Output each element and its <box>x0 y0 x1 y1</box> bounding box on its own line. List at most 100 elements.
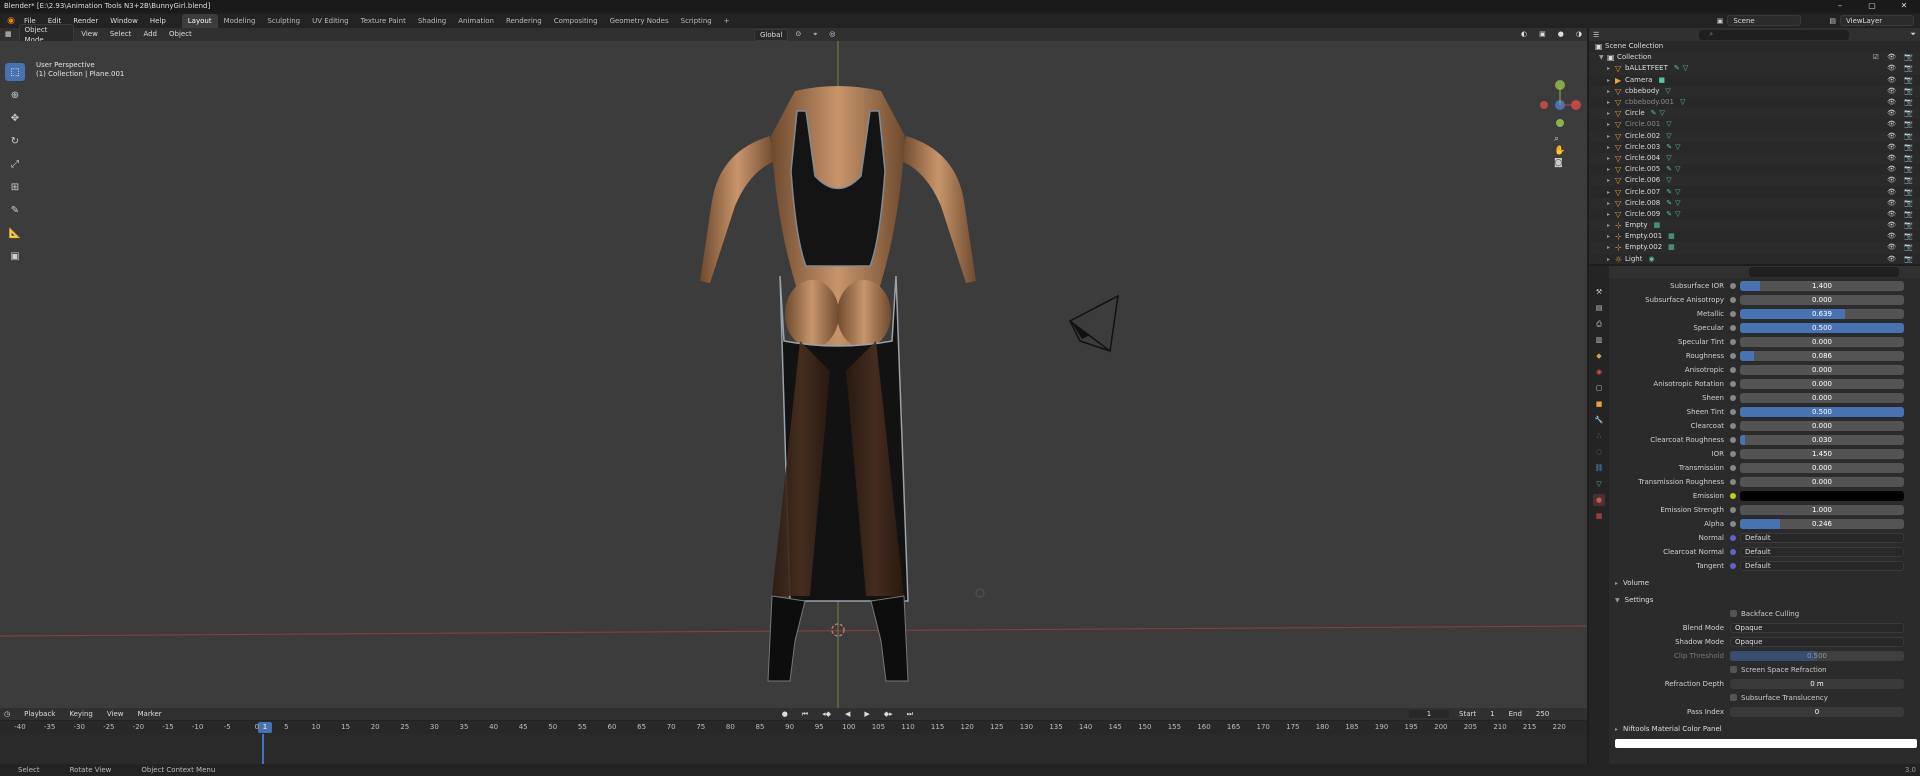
value-slider[interactable]: 0.000 <box>1740 420 1904 431</box>
vector-input-field[interactable]: Default <box>1740 560 1904 571</box>
clip-threshold-slider[interactable]: 0.500 <box>1730 650 1904 661</box>
tool-tab-icon[interactable]: ⚒ <box>1593 286 1605 298</box>
expand-icon[interactable]: ▸ <box>1607 119 1615 130</box>
expand-icon[interactable]: ▸ <box>1607 63 1615 74</box>
measure-tool-icon[interactable]: 📐 <box>5 224 25 242</box>
expand-icon[interactable]: ▸ <box>1607 164 1615 175</box>
tab-sculpting[interactable]: Sculpting <box>261 14 306 28</box>
expand-icon[interactable]: ▼ <box>1599 52 1607 63</box>
outliner-item[interactable]: ▸ ▽ Circle.009 ✎▽ 👁 📷 <box>1589 209 1920 220</box>
timeline-ruler[interactable]: 1 -40 -35 -30 -25 -20 -15 -10 -5 0 5 10 15 20 25 30 35 4… <box>0 720 1587 734</box>
outliner-item[interactable]: ▸ ⊹ Empty ▦ 👁 📷 <box>1589 220 1920 232</box>
particles-tab-icon[interactable]: ∴ <box>1593 430 1605 442</box>
value-slider[interactable]: 0.246 <box>1740 518 1904 529</box>
socket-icon[interactable] <box>1730 352 1736 359</box>
socket-icon[interactable] <box>1730 534 1736 541</box>
value-slider[interactable]: 0.500 <box>1740 322 1904 333</box>
socket-icon[interactable] <box>1730 562 1736 569</box>
visibility-icons[interactable]: 👁 📷 <box>1887 108 1916 119</box>
timeline-body[interactable] <box>0 734 1587 764</box>
menu-object[interactable]: Object <box>164 29 197 40</box>
texture-tab-icon[interactable]: ▦ <box>1593 510 1605 522</box>
collection-tab-icon[interactable]: ▢ <box>1593 382 1605 394</box>
menu-timeline-view[interactable]: View <box>103 710 128 718</box>
tab-uv-editing[interactable]: UV Editing <box>306 14 355 28</box>
value-slider[interactable]: 0.086 <box>1740 350 1904 361</box>
value-slider[interactable]: 1.000 <box>1740 504 1904 515</box>
output-tab-icon[interactable]: ⎙ <box>1593 318 1605 330</box>
expand-icon[interactable]: ▸ <box>1607 254 1615 265</box>
ssr-checkbox[interactable]: Screen Space Refraction <box>1730 666 1827 674</box>
menu-playback[interactable]: Playback <box>20 710 59 718</box>
visibility-icons[interactable]: 👁 📷 <box>1887 119 1916 130</box>
expand-icon[interactable]: ▸ <box>1607 209 1615 220</box>
expand-icon[interactable]: ▸ <box>1607 198 1615 209</box>
properties-search-input[interactable] <box>1749 267 1899 277</box>
pivot-icon[interactable]: ⊙ <box>790 29 806 40</box>
tab-rendering[interactable]: Rendering <box>500 14 548 28</box>
visibility-icons[interactable]: 👁 📷 <box>1887 75 1916 86</box>
menu-view[interactable]: View <box>76 29 103 40</box>
visibility-icons[interactable]: 👁 📷 <box>1887 231 1916 242</box>
view-layer-tab-icon[interactable]: ▥ <box>1593 334 1605 346</box>
end-field[interactable]: 250 <box>1532 710 1553 718</box>
annotate-tool-icon[interactable]: ✎ <box>5 201 25 219</box>
value-slider[interactable]: 0.000 <box>1740 378 1904 389</box>
jump-end-icon[interactable]: ⏭ <box>903 710 917 719</box>
value-slider[interactable]: 0.000 <box>1740 336 1904 347</box>
tab-geometry-nodes[interactable]: Geometry Nodes <box>604 14 675 28</box>
outliner-item[interactable]: ▸ ▽ Circle.006 ▽ 👁 📷 <box>1589 175 1920 187</box>
data-tab-icon[interactable]: ▽ <box>1593 478 1605 490</box>
tab-animation[interactable]: Animation <box>452 14 500 28</box>
physics-tab-icon[interactable]: ◌ <box>1593 446 1605 458</box>
outliner-item[interactable]: ▸ ▶ Camera ■ 👁 📷 <box>1589 75 1920 86</box>
outliner-item[interactable]: ▸ ▽ cbbebody.001 ▽ 👁 📷 <box>1589 97 1920 108</box>
value-slider[interactable]: 0.000 <box>1740 462 1904 473</box>
socket-icon[interactable] <box>1730 310 1736 317</box>
value-slider[interactable]: 0.000 <box>1740 364 1904 375</box>
start-field[interactable]: 1 <box>1486 710 1498 718</box>
add-cube-tool-icon[interactable]: ▣ <box>5 247 25 265</box>
value-slider[interactable]: 1.400 <box>1740 280 1904 291</box>
play-reverse-icon[interactable]: ◀ <box>841 710 854 718</box>
render-tab-icon[interactable]: ▤ <box>1593 302 1605 314</box>
navigation-gizmo[interactable]: ⌕ ✋ ◙ <box>1538 61 1582 171</box>
constraints-tab-icon[interactable]: ⛓ <box>1593 462 1605 474</box>
vector-input-field[interactable]: Default <box>1740 546 1904 557</box>
menu-select[interactable]: Select <box>105 29 137 40</box>
expand-icon[interactable]: ▸ <box>1607 131 1615 142</box>
sss-translucency-checkbox[interactable]: Subsurface Translucency <box>1730 694 1828 702</box>
frame-cursor[interactable]: 1 <box>258 722 272 733</box>
menu-keying[interactable]: Keying <box>65 710 97 718</box>
pass-index-field[interactable]: 0 <box>1730 706 1904 717</box>
expand-icon[interactable]: ▸ <box>1607 97 1615 108</box>
socket-icon[interactable] <box>1730 436 1736 443</box>
cursor-tool-icon[interactable]: ⊕ <box>5 86 25 104</box>
snap-icon[interactable]: ⌖ <box>808 29 822 40</box>
visibility-icons[interactable]: 👁 📷 <box>1887 86 1916 97</box>
outliner-item[interactable]: ▸ ⊹ Empty.002 ▦ 👁 📷 <box>1589 242 1920 254</box>
outliner-item[interactable]: ▸ ▽ bALLETFEET ✎▽ 👁 📷 <box>1589 63 1920 75</box>
value-slider[interactable]: 0.030 <box>1740 434 1904 445</box>
niftools-section[interactable]: ▸ Niftools Material Color Panel <box>1609 723 1920 735</box>
filter-icon[interactable]: ⏷ <box>1910 30 1916 39</box>
add-workspace-button[interactable]: + <box>718 14 736 28</box>
outliner-item[interactable]: ▸ ⊹ Empty.001 ▦ 👁 📷 <box>1589 231 1920 242</box>
scene-tab-icon[interactable]: ◆ <box>1593 350 1605 362</box>
scene-collection-row[interactable]: ▣ Scene Collection <box>1589 41 1920 52</box>
tab-texture-paint[interactable]: Texture Paint <box>355 14 412 28</box>
socket-icon[interactable] <box>1730 324 1736 331</box>
maximize-button[interactable]: ▢ <box>1856 0 1888 12</box>
outliner-item[interactable]: ▸ ▽ Circle.002 ▽ 👁 📷 <box>1589 130 1920 142</box>
visibility-icons[interactable]: 👁 📷 <box>1887 254 1916 265</box>
jump-start-icon[interactable]: ⏮ <box>798 710 812 719</box>
socket-icon[interactable] <box>1730 366 1736 373</box>
visibility-icons[interactable]: ☑ 👁 📷 <box>1873 52 1916 63</box>
vector-input-field[interactable]: Default <box>1740 532 1904 543</box>
tab-shading[interactable]: Shading <box>412 14 452 28</box>
orientation-dropdown[interactable]: Global <box>754 28 789 41</box>
outliner-item[interactable]: ▸ ▽ Circle.007 ✎▽ 👁 📷 <box>1589 186 1920 197</box>
blender-logo-icon[interactable]: ◉ <box>4 14 18 28</box>
select-box-tool-icon[interactable]: ⬚ <box>5 63 25 81</box>
value-slider[interactable]: 0.639 <box>1740 308 1904 319</box>
